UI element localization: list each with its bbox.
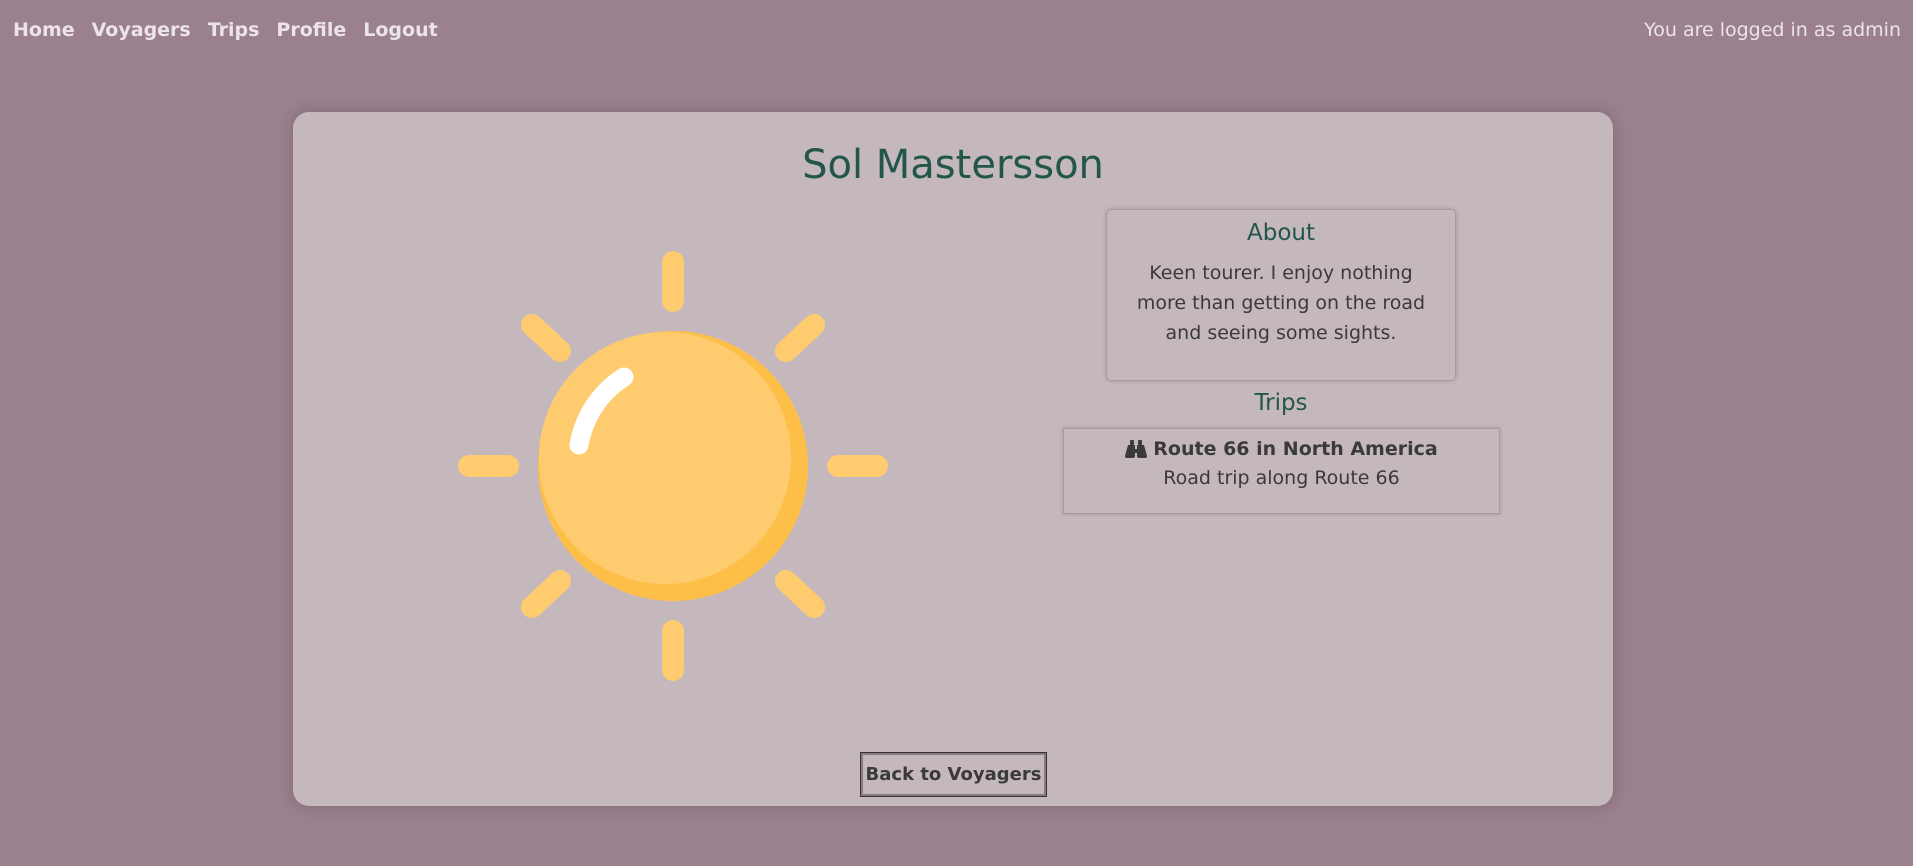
voyager-name: Sol Mastersson xyxy=(802,142,1104,188)
trip-item[interactable]: Route 66 in North America Road trip alon… xyxy=(1063,428,1500,514)
about-text: Keen tourer. I enjoy nothing more than g… xyxy=(1136,262,1426,344)
nav-home-link[interactable]: Home xyxy=(13,19,75,41)
sun-icon xyxy=(458,251,888,681)
nav-voyagers-link[interactable]: Voyagers xyxy=(92,19,191,41)
nav-links: Home Voyagers Trips Profile Logout xyxy=(13,19,438,41)
top-nav: Home Voyagers Trips Profile Logout You a… xyxy=(0,0,1913,62)
trip-title-row: Route 66 in North America xyxy=(1064,438,1499,460)
back-to-voyagers-button[interactable]: Back to Voyagers xyxy=(860,752,1047,797)
login-status: You are logged in as admin xyxy=(1644,19,1901,41)
nav-trips-link[interactable]: Trips xyxy=(208,19,260,41)
trip-description: Road trip along Route 66 xyxy=(1163,467,1400,489)
trip-title: Route 66 in North America xyxy=(1153,438,1438,460)
voyager-profile-card: Sol Mastersson About Keen tourer. I enjo… xyxy=(293,112,1613,806)
about-heading: About xyxy=(1246,220,1315,246)
nav-logout-link[interactable]: Logout xyxy=(363,19,437,41)
nav-profile-link[interactable]: Profile xyxy=(276,19,346,41)
trips-heading: Trips xyxy=(1254,390,1308,416)
about-panel: About Keen tourer. I enjoy nothing more … xyxy=(1106,209,1456,381)
binoculars-icon xyxy=(1125,440,1148,458)
